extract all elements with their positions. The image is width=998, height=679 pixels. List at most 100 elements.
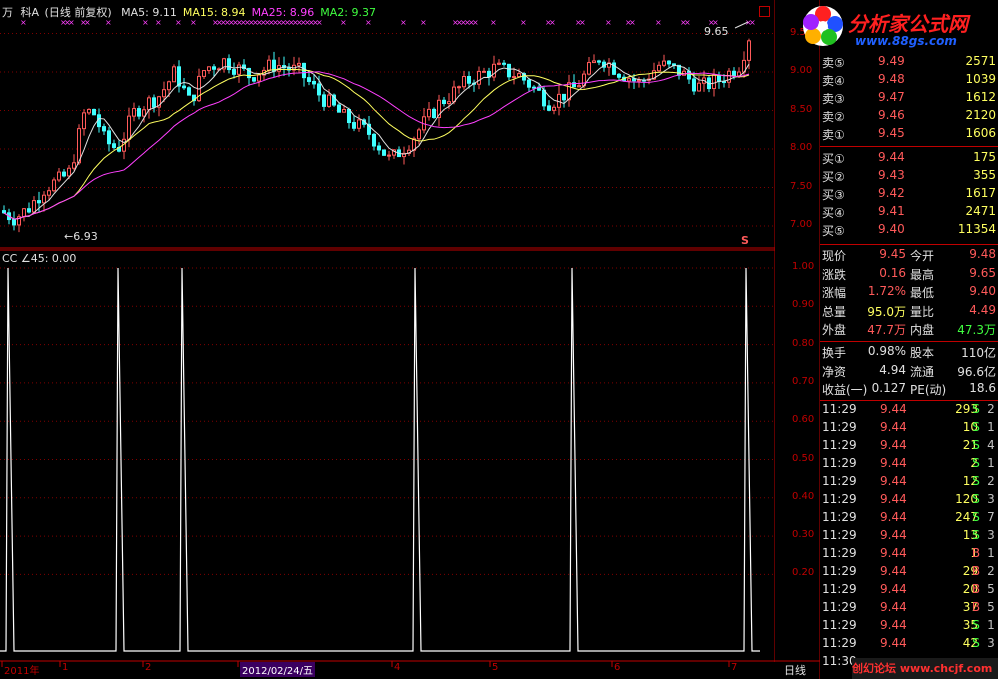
tick-price: 9.44 <box>880 438 907 452</box>
tick-count: 1 <box>987 456 995 470</box>
bid-row: 买② 9.43 355 <box>820 168 998 186</box>
tick-side: S <box>972 510 980 524</box>
x-axis-label: 6 <box>614 662 621 673</box>
ask-label: 卖③ <box>822 92 845 106</box>
x-axis-label: 2012/02/24/五 <box>240 662 316 677</box>
x-axis-label: 1 <box>62 662 69 673</box>
tick-count: 5 <box>987 600 995 614</box>
tick-row: 11:29 9.44 1 B 1 <box>820 546 998 564</box>
ask-row: 卖⑤ 9.49 2571 <box>820 54 998 72</box>
ask-row: 卖② 9.46 2120 <box>820 108 998 126</box>
tick-price: 9.44 <box>880 582 907 596</box>
quote-value: 1.72% <box>867 284 906 298</box>
bid-volume: 2471 <box>965 204 996 218</box>
tick-price: 9.44 <box>880 474 907 488</box>
tick-time: 11:29 <box>822 582 857 596</box>
quote-row: 总量 95.0万 量比 4.49 <box>820 303 998 321</box>
tick-time: 11:29 <box>822 546 857 560</box>
panel-separator <box>820 244 998 245</box>
panel-separator <box>820 146 998 147</box>
tick-count: 2 <box>987 474 995 488</box>
tick-price: 9.44 <box>880 546 907 560</box>
tick-time: 11:29 <box>822 402 857 416</box>
tick-count: 1 <box>987 546 995 560</box>
tick-time: 11:29 <box>822 438 857 452</box>
bid-volume: 355 <box>973 168 996 182</box>
tick-count: 4 <box>987 438 995 452</box>
tick-row: 11:29 9.44 42 S 3 <box>820 636 998 654</box>
ask-volume: 2120 <box>965 108 996 122</box>
ask-price: 9.48 <box>878 72 905 86</box>
fund-label: 换手 <box>822 346 847 360</box>
tick-row: 11:29 9.44 21 S 4 <box>820 438 998 456</box>
tick-side: S <box>972 474 980 488</box>
ask-label: 卖④ <box>822 74 845 88</box>
tick-side: S <box>972 402 980 416</box>
tick-time: 11:29 <box>822 492 857 506</box>
quote-label: 最高 <box>910 267 935 282</box>
ask-label: 卖① <box>822 128 845 142</box>
ask-row: 卖③ 9.47 1612 <box>820 90 998 108</box>
bid-price: 9.40 <box>878 222 905 236</box>
tick-side: S <box>972 420 980 434</box>
quote-panel: 卖⑤ 9.49 2571 卖④ 9.48 1039 卖③ 9.47 1612 卖② 9.46 2120… <box>820 0 998 679</box>
tick-row: 11:29 9.44 35 S 1 <box>820 618 998 636</box>
tick-price: 9.44 <box>880 420 907 434</box>
tick-time: 11:29 <box>822 564 857 578</box>
quote-label: 总量 <box>822 304 847 319</box>
ask-row: 卖④ 9.48 1039 <box>820 72 998 90</box>
fund-label: 股本 <box>910 346 935 360</box>
tick-price: 9.44 <box>880 564 907 578</box>
quote-value: 9.65 <box>969 265 996 280</box>
tick-side: S <box>972 636 980 650</box>
tick-price: 9.44 <box>880 492 907 506</box>
x-axis-label: 5 <box>492 662 499 673</box>
tick-side: S <box>972 528 980 542</box>
ask-label: 卖② <box>822 110 845 124</box>
quote-value: 47.7万 <box>867 323 906 337</box>
quote-row: 涨跌 0.16 最高 9.65 <box>820 266 998 284</box>
tick-time: 11:29 <box>822 510 857 524</box>
ask-volume: 1606 <box>965 126 996 140</box>
tick-row: 11:29 9.44 12 S 2 <box>820 474 998 492</box>
tick-time: 11:29 <box>822 456 857 470</box>
ask-volume: 1612 <box>965 90 996 104</box>
tick-count: 2 <box>987 402 995 416</box>
tick-price: 9.44 <box>880 456 907 470</box>
quote-label: 内盘 <box>910 323 935 337</box>
quote-value: 0.16 <box>879 265 906 280</box>
fund-label: 收益(一) <box>822 383 868 397</box>
tick-price: 9.44 <box>880 618 907 632</box>
bid-row: 买⑤ 9.40 11354 <box>820 222 998 240</box>
ask-row: 卖① 9.45 1606 <box>820 126 998 144</box>
ask-volume: 2571 <box>965 54 996 68</box>
x-axis <box>0 0 820 679</box>
ask-price: 9.46 <box>878 108 905 122</box>
tick-count: 3 <box>987 636 995 650</box>
bid-row: 买③ 9.42 1617 <box>820 186 998 204</box>
ask-price: 9.47 <box>878 90 905 104</box>
quote-value: 4.49 <box>969 302 996 317</box>
fund-value: 18.6 <box>969 381 996 395</box>
period-button[interactable]: 日线 <box>784 662 806 678</box>
bid-volume: 11354 <box>957 222 996 236</box>
quote-value: 9.40 <box>969 284 996 298</box>
bid-volume: 1617 <box>965 186 996 200</box>
bid-label: 买② <box>822 170 845 184</box>
quote-row: 涨幅 1.72% 最低 9.40 <box>820 284 998 302</box>
bid-price: 9.43 <box>878 168 905 182</box>
tick-row: 11:29 9.44 37 B 5 <box>820 600 998 618</box>
bid-price: 9.44 <box>878 150 905 164</box>
bid-label: 买⑤ <box>822 224 845 238</box>
fund-label: 流通 <box>910 364 935 379</box>
fund-row: 换手 0.98% 股本 110亿 <box>820 344 998 362</box>
ask-price: 9.49 <box>878 54 905 68</box>
tick-count: 3 <box>987 492 995 506</box>
tick-count: 7 <box>987 510 995 524</box>
fund-value: 0.98% <box>867 344 906 358</box>
x-axis-label: 2 <box>145 662 152 673</box>
tick-row: 11:29 9.44 10 S 1 <box>820 420 998 438</box>
tick-side: S <box>972 618 980 632</box>
x-axis-label: 4 <box>394 662 401 673</box>
ask-label: 卖⑤ <box>822 56 845 70</box>
